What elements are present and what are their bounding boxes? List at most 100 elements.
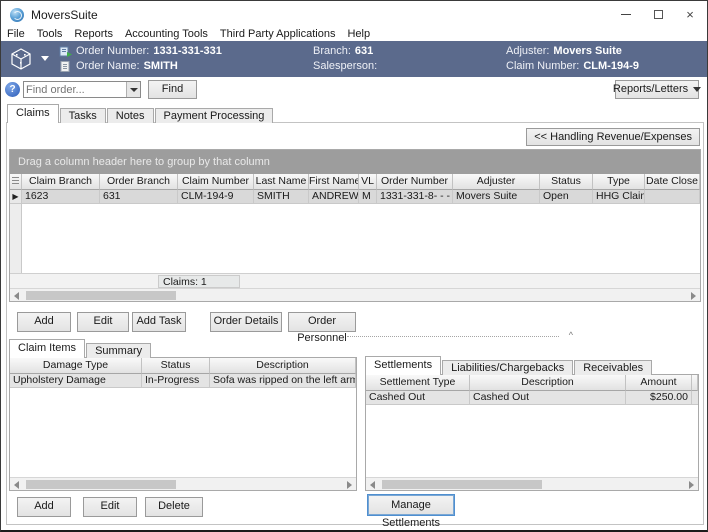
cell-settlement-description[interactable]: Cashed Out xyxy=(470,391,626,405)
settlement-row[interactable]: Cashed Out Cashed Out $250.00 xyxy=(366,391,698,405)
cell-amount[interactable]: $250.00 xyxy=(626,391,692,405)
tab-receivables[interactable]: Receivables xyxy=(574,360,652,375)
item-edit-button[interactable]: Edit xyxy=(83,497,137,517)
cell-vl[interactable]: M xyxy=(359,190,377,204)
claims-row[interactable]: ▶ 1623 631 CLM-194-9 SMITH ANDREW M 1331… xyxy=(10,190,700,204)
tab-liabilities-chargebacks[interactable]: Liabilities/Chargebacks xyxy=(442,360,573,375)
minimize-button[interactable] xyxy=(609,1,643,28)
scroll-right-icon[interactable] xyxy=(689,481,694,489)
cell-order-number[interactable]: 1331-331-8- - - xyxy=(377,190,453,204)
menu-accounting-tools[interactable]: Accounting Tools xyxy=(119,28,214,41)
menu-file[interactable]: File xyxy=(1,28,31,41)
col-description[interactable]: Description xyxy=(210,358,356,374)
reports-letters-button[interactable]: Reports/Letters xyxy=(615,80,699,99)
settlements-hscrollbar[interactable] xyxy=(366,477,698,490)
col-damage-type[interactable]: Damage Type xyxy=(10,358,142,374)
cell-item-status[interactable]: In-Progress xyxy=(142,374,210,388)
claims-hscrollbar[interactable] xyxy=(10,288,700,301)
chevron-down-icon xyxy=(130,88,138,92)
col-order-branch[interactable]: Order Branch xyxy=(100,174,178,190)
cell-claim-branch[interactable]: 1623 xyxy=(22,190,100,204)
maximize-button[interactable] xyxy=(641,1,675,28)
scroll-right-icon[interactable] xyxy=(347,481,352,489)
column-chooser-button[interactable] xyxy=(10,174,22,190)
col-settlement-type[interactable]: Settlement Type xyxy=(366,375,470,391)
scroll-left-icon[interactable] xyxy=(14,292,19,300)
order-personnel-button[interactable]: Order Personnel xyxy=(288,312,356,332)
help-icon[interactable]: ? xyxy=(5,82,20,97)
find-order-input[interactable] xyxy=(26,83,125,96)
menu-tools[interactable]: Tools xyxy=(31,28,69,41)
tab-summary[interactable]: Summary xyxy=(86,343,151,358)
handling-revenue-expenses-button[interactable]: << Handling Revenue/Expenses xyxy=(526,128,700,146)
find-button[interactable]: Find xyxy=(148,80,197,99)
claim-items-hscrollbar[interactable] xyxy=(10,477,356,490)
claim-items-header: Damage Type Status Description xyxy=(10,358,356,374)
cell-type[interactable]: HHG Claim xyxy=(593,190,645,204)
col-last-name[interactable]: Last Name xyxy=(254,174,309,190)
col-filler xyxy=(692,375,698,391)
menu-reports[interactable]: Reports xyxy=(68,28,119,41)
col-type[interactable]: Type xyxy=(593,174,645,190)
col-status[interactable]: Status xyxy=(540,174,593,190)
order-details-button[interactable]: Order Details xyxy=(210,312,282,332)
cube-dropdown-arrow[interactable] xyxy=(41,56,49,61)
col-amount[interactable]: Amount xyxy=(626,375,692,391)
menu-third-party[interactable]: Third Party Applications xyxy=(214,28,342,41)
order-name-icon xyxy=(59,61,72,72)
cell-order-branch[interactable]: 631 xyxy=(100,190,178,204)
scroll-left-icon[interactable] xyxy=(14,481,19,489)
find-combo-dropdown[interactable] xyxy=(126,82,140,97)
cell-damage-type[interactable]: Upholstery Damage xyxy=(10,374,142,388)
tab-settlements[interactable]: Settlements xyxy=(365,356,441,375)
scroll-right-icon[interactable] xyxy=(691,292,696,300)
close-button[interactable]: × xyxy=(673,1,707,28)
claims-edit-button[interactable]: Edit xyxy=(77,312,129,332)
tab-claims[interactable]: Claims xyxy=(7,104,59,123)
cell-claim-number[interactable]: CLM-194-9 xyxy=(178,190,254,204)
scroll-left-icon[interactable] xyxy=(370,481,375,489)
cell-date-close[interactable] xyxy=(645,190,700,204)
item-add-button[interactable]: Add xyxy=(17,497,71,517)
menu-bar: File Tools Reports Accounting Tools Thir… xyxy=(1,28,707,41)
row-marker-icon: ▶ xyxy=(12,192,18,201)
claim-item-row[interactable]: Upholstery Damage In-Progress Sofa was r… xyxy=(10,374,356,388)
cell-status[interactable]: Open xyxy=(540,190,593,204)
tab-notes[interactable]: Notes xyxy=(107,108,154,123)
manage-settlements-button[interactable]: Manage Settlements xyxy=(368,495,454,515)
find-order-combo[interactable] xyxy=(23,81,141,98)
cell-first-name[interactable]: ANDREW xyxy=(309,190,359,204)
col-vl[interactable]: VL xyxy=(359,174,377,190)
tab-payment-processing[interactable]: Payment Processing xyxy=(155,108,274,123)
menu-help[interactable]: Help xyxy=(341,28,376,41)
claim-items-scroll-thumb[interactable] xyxy=(26,480,176,489)
claims-count-summary: Claims: 1 xyxy=(158,275,240,288)
settlements-scroll-thumb[interactable] xyxy=(382,480,542,489)
claims-add-button[interactable]: Add xyxy=(17,312,71,332)
col-claim-branch[interactable]: Claim Branch xyxy=(22,174,100,190)
cell-adjuster[interactable]: Movers Suite xyxy=(453,190,540,204)
group-by-dropzone[interactable]: Drag a column header here to group by th… xyxy=(10,150,700,174)
col-order-number[interactable]: Order Number xyxy=(377,174,453,190)
collapse-icon[interactable]: ^ xyxy=(569,330,573,340)
cell-last-name[interactable]: SMITH xyxy=(254,190,309,204)
cell-description[interactable]: Sofa was ripped on the left arm and xyxy=(210,374,356,388)
cube-menu-button[interactable] xyxy=(7,45,37,73)
item-delete-button[interactable]: Delete xyxy=(145,497,203,517)
add-task-button[interactable]: Add Task xyxy=(132,312,186,332)
tab-claim-items[interactable]: Claim Items xyxy=(9,339,85,358)
col-item-status[interactable]: Status xyxy=(142,358,210,374)
moverssuite-window: MoversSuite × File Tools Reports Account… xyxy=(0,0,708,532)
col-settlement-description[interactable]: Description xyxy=(470,375,626,391)
branch-info: Branch: 631 Salesperson: xyxy=(313,45,381,72)
cell-settlement-type[interactable]: Cashed Out xyxy=(366,391,470,405)
col-adjuster[interactable]: Adjuster xyxy=(453,174,540,190)
app-icon xyxy=(10,8,24,22)
col-first-name[interactable]: First Name xyxy=(309,174,359,190)
col-date-close[interactable]: Date Close xyxy=(645,174,700,190)
adjuster-info: Adjuster: Movers Suite Claim Number: CLM… xyxy=(506,45,639,72)
claims-scroll-thumb[interactable] xyxy=(26,291,176,300)
settlements-splitter[interactable]: ^ xyxy=(347,336,559,343)
col-claim-number[interactable]: Claim Number xyxy=(178,174,254,190)
tab-tasks[interactable]: Tasks xyxy=(60,108,106,123)
